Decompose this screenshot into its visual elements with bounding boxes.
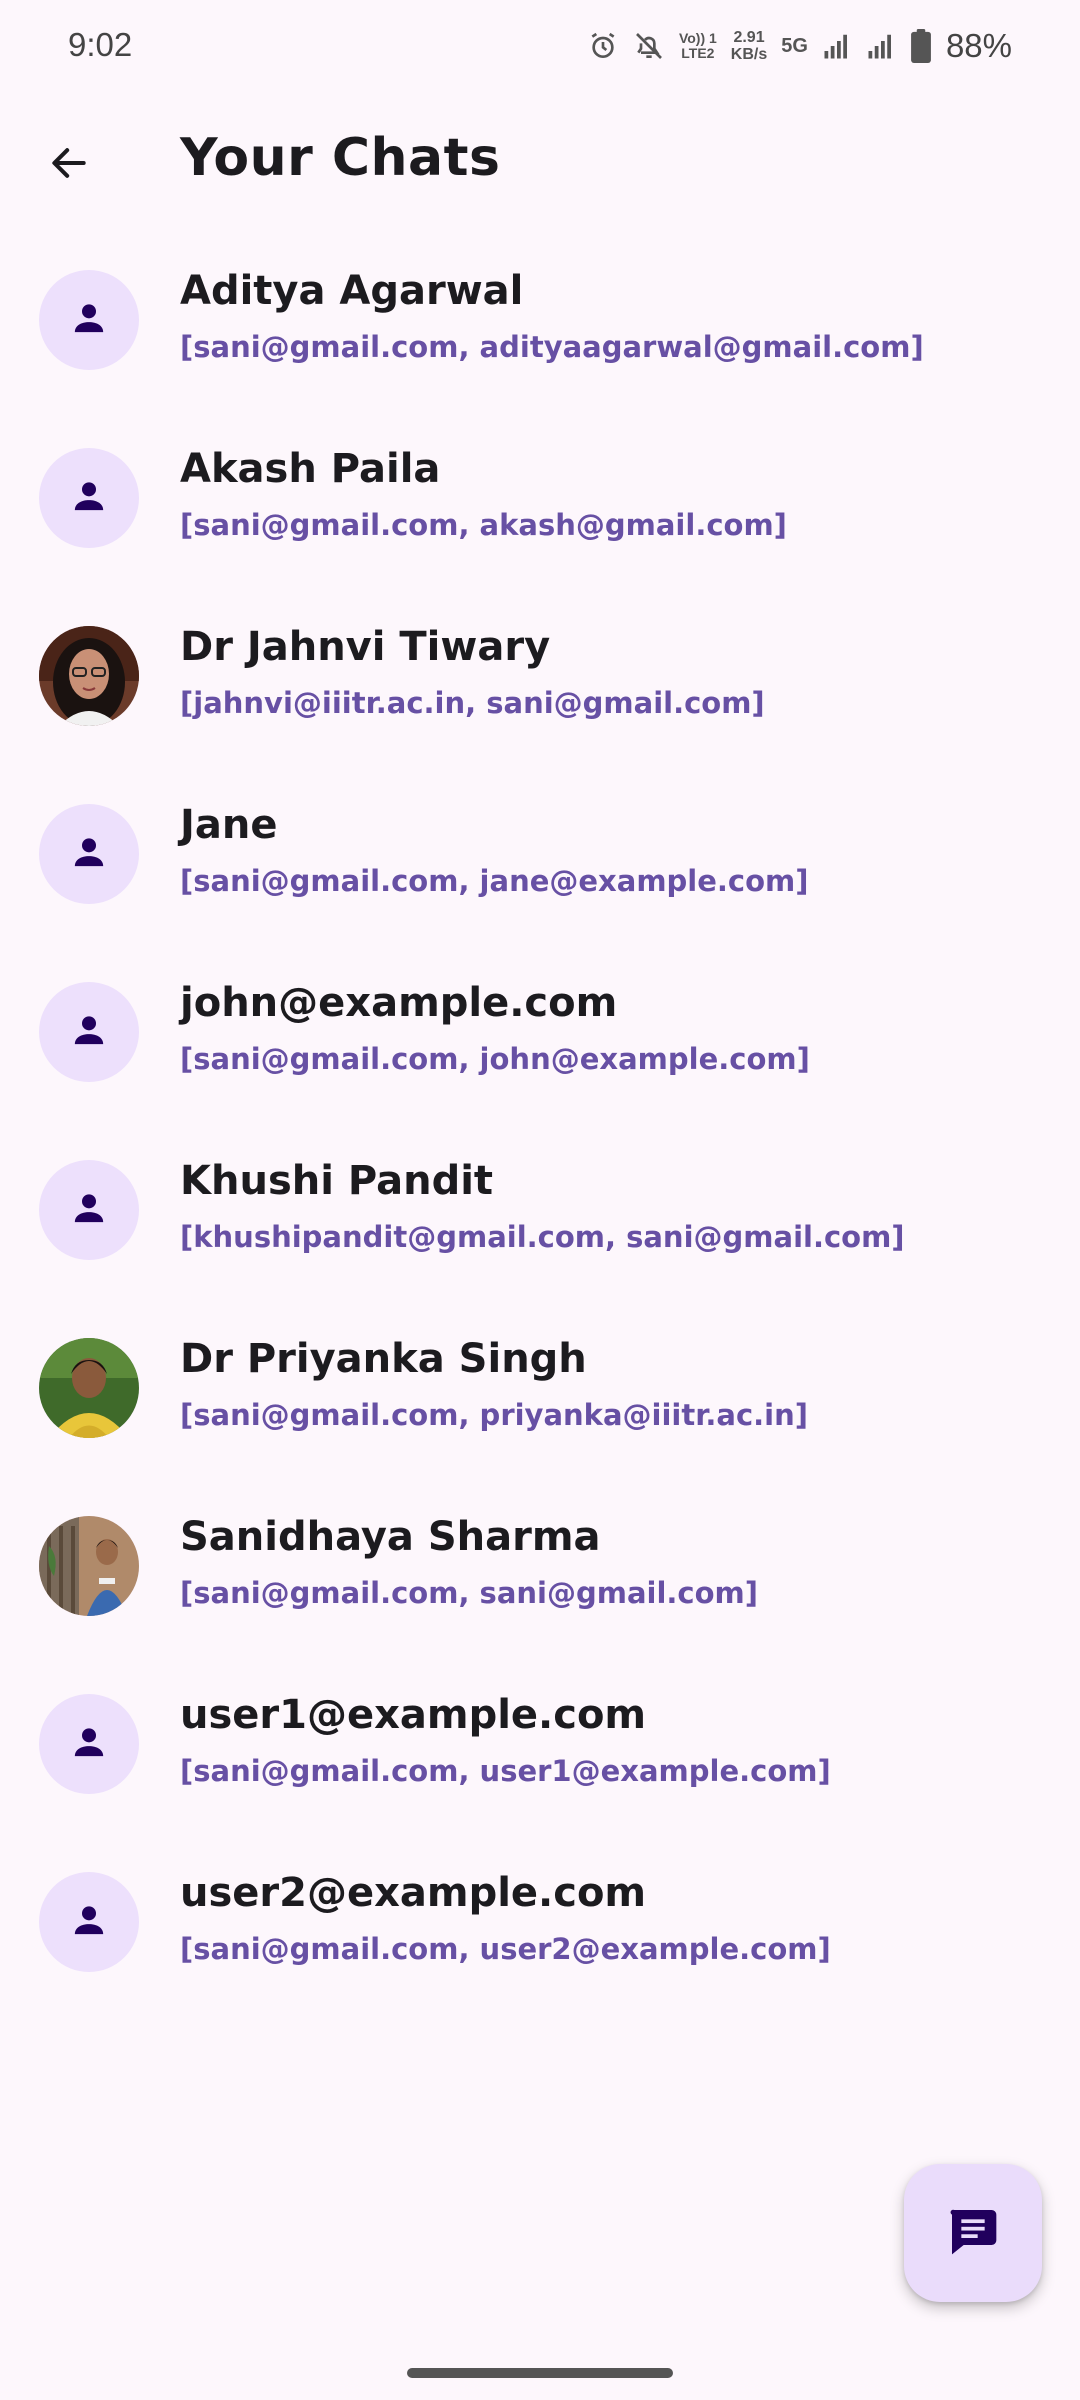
network-speed: 2.91 KB/s xyxy=(730,29,768,63)
chat-participants: [sani@gmail.com, user2@example.com] xyxy=(180,1932,831,1966)
chat-participants: [sani@gmail.com, jane@example.com] xyxy=(180,864,809,898)
chat-name: Dr Priyanka Singh xyxy=(180,1336,587,1382)
avatar xyxy=(39,1160,139,1260)
chat-item[interactable]: Khushi Pandit [khushipandit@gmail.com, s… xyxy=(0,1142,1080,1320)
status-time: 9:02 xyxy=(68,26,133,63)
network-type: 5G xyxy=(781,34,808,57)
chat-item[interactable]: Akash Paila [sani@gmail.com, akash@gmail… xyxy=(0,430,1080,608)
chat-list: Aditya Agarwal [sani@gmail.com, adityaag… xyxy=(0,252,1080,2032)
battery-icon xyxy=(910,29,932,63)
chat-name: Jane xyxy=(180,802,278,848)
chat-participants: [sani@gmail.com, priyanka@iiitr.ac.in] xyxy=(180,1398,809,1432)
chat-item[interactable]: john@example.com [sani@gmail.com, john@e… xyxy=(0,964,1080,1142)
avatar xyxy=(39,270,139,370)
avatar-photo xyxy=(39,626,139,726)
chat-participants: [sani@gmail.com, sani@gmail.com] xyxy=(180,1576,759,1610)
chat-name: Dr Jahnvi Tiwary xyxy=(180,624,551,670)
arrow-back-icon xyxy=(47,141,91,189)
chat-item[interactable]: Dr Priyanka Singh [sani@gmail.com, priya… xyxy=(0,1320,1080,1498)
avatar xyxy=(39,1872,139,1972)
avatar-photo xyxy=(39,1338,139,1438)
top-app-bar: Your Chats xyxy=(0,110,1080,220)
status-icons: Vo)) 1 LTE2 2.91 KB/s 5G 88% xyxy=(587,22,1012,70)
chat-participants: [sani@gmail.com, john@example.com] xyxy=(180,1042,810,1076)
gesture-nav-bar[interactable] xyxy=(407,2368,673,2378)
chat-name: Akash Paila xyxy=(180,446,441,492)
chat-participants: [jahnvi@iiitr.ac.in, sani@gmail.com] xyxy=(180,686,765,720)
battery-percentage: 88% xyxy=(945,27,1012,64)
status-bar: 9:02 Vo)) 1 LTE2 2.91 KB/s 5G 88% xyxy=(0,0,1080,92)
notifications-off-icon xyxy=(633,30,665,62)
person-icon xyxy=(69,1722,109,1766)
chat-icon xyxy=(945,2203,1001,2263)
signal-icon xyxy=(822,31,852,61)
chat-participants: [sani@gmail.com, user1@example.com] xyxy=(180,1754,831,1788)
avatar xyxy=(39,982,139,1082)
person-icon xyxy=(69,298,109,342)
chat-item[interactable]: Jane [sani@gmail.com, jane@example.com] xyxy=(0,786,1080,964)
chat-name: john@example.com xyxy=(180,980,618,1026)
chat-item[interactable]: user2@example.com [sani@gmail.com, user2… xyxy=(0,1854,1080,2032)
chat-participants: [khushipandit@gmail.com, sani@gmail.com] xyxy=(180,1220,905,1254)
profile-photo xyxy=(39,1516,139,1616)
avatar xyxy=(39,448,139,548)
new-chat-fab[interactable] xyxy=(904,2164,1042,2302)
profile-photo xyxy=(39,626,139,726)
chat-item[interactable]: Sanidhaya Sharma [sani@gmail.com, sani@g… xyxy=(0,1498,1080,1676)
back-button[interactable] xyxy=(36,132,102,198)
avatar xyxy=(39,804,139,904)
avatar-photo xyxy=(39,1516,139,1616)
chat-item[interactable]: Dr Jahnvi Tiwary [jahnvi@iiitr.ac.in, sa… xyxy=(0,608,1080,786)
chat-name: user1@example.com xyxy=(180,1692,647,1738)
chat-item[interactable]: user1@example.com [sani@gmail.com, user1… xyxy=(0,1676,1080,1854)
person-icon xyxy=(69,476,109,520)
chat-name: Aditya Agarwal xyxy=(180,268,524,314)
chat-name: Khushi Pandit xyxy=(180,1158,494,1204)
person-icon xyxy=(69,1900,109,1944)
signal-icon-2 xyxy=(866,31,896,61)
chat-name: user2@example.com xyxy=(180,1870,647,1916)
page-title: Your Chats xyxy=(180,128,501,188)
volte-indicator: Vo)) 1 LTE2 xyxy=(678,30,717,61)
alarm-icon xyxy=(587,30,619,62)
avatar xyxy=(39,1694,139,1794)
chat-participants: [sani@gmail.com, akash@gmail.com] xyxy=(180,508,787,542)
person-icon xyxy=(69,1010,109,1054)
profile-photo xyxy=(39,1338,139,1438)
person-icon xyxy=(69,1188,109,1232)
chat-participants: [sani@gmail.com, adityaagarwal@gmail.com… xyxy=(180,330,924,364)
chat-item[interactable]: Aditya Agarwal [sani@gmail.com, adityaag… xyxy=(0,252,1080,430)
person-icon xyxy=(69,832,109,876)
chat-name: Sanidhaya Sharma xyxy=(180,1514,601,1560)
